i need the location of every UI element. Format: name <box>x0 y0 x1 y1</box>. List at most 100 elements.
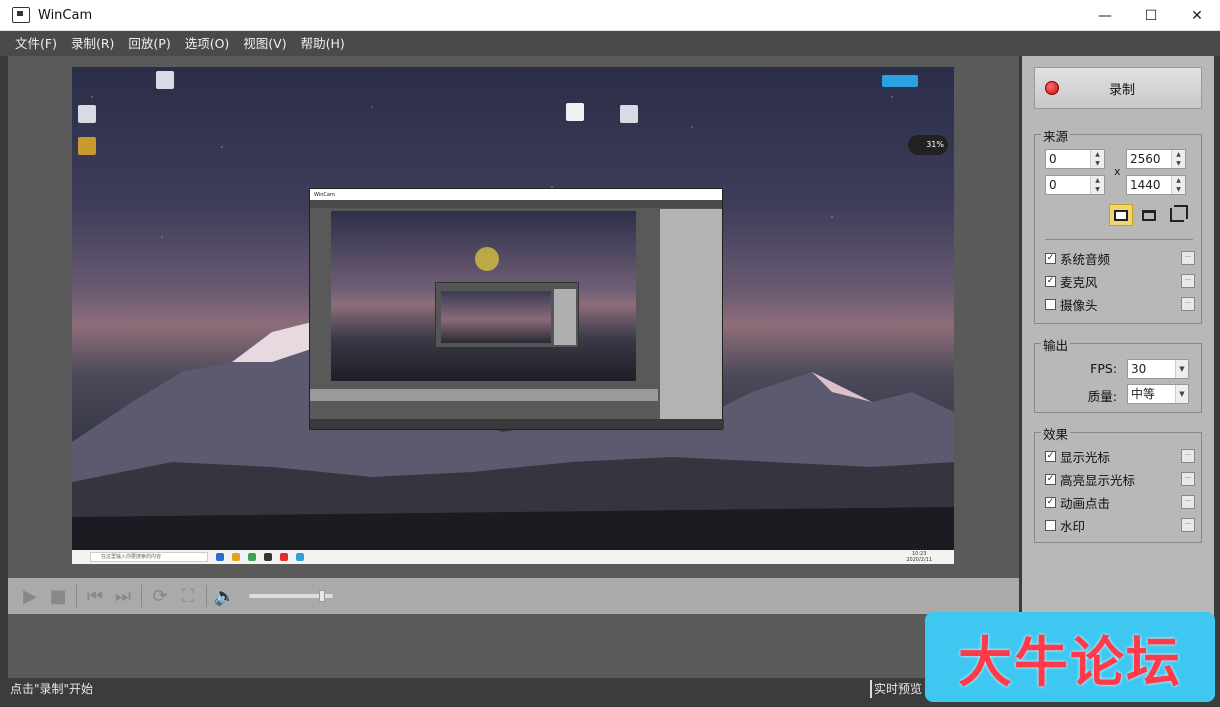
divider <box>1045 239 1193 240</box>
fullscreen-icon[interactable]: ⛶ <box>174 582 202 610</box>
watermark-option[interactable]: 水印 ... <box>1045 516 1195 534</box>
window-title: WinCam <box>38 7 93 23</box>
record-button[interactable]: 录制 <box>1034 67 1202 109</box>
monitor-icon <box>1114 209 1128 221</box>
show-cursor-label: 显示光标 <box>1060 449 1111 465</box>
loop-icon[interactable]: ⟳ <box>146 582 174 610</box>
system-audio-checkbox[interactable]: ✓ <box>1045 252 1056 264</box>
quality-label: 质量: <box>1087 389 1117 404</box>
close-button[interactable]: ✕ <box>1174 0 1220 31</box>
spin-arrows-icon[interactable]: ▲ ▼ <box>1171 150 1185 168</box>
highlight-cursor-checkbox[interactable]: ✓ <box>1045 473 1056 485</box>
webcam-label: 摄像头 <box>1060 297 1098 313</box>
watermark-label: 水印 <box>1060 518 1086 534</box>
effects-group: 效果 ✓ 显示光标 ... ✓ 高亮显示光标 ... ✓ 动画点击 ... 水印… <box>1034 424 1202 543</box>
nested-inner-window <box>435 282 579 348</box>
show-cursor-option[interactable]: ✓ 显示光标 ... <box>1045 447 1195 465</box>
highlighted-cursor <box>475 247 499 271</box>
menu-record[interactable]: 录制(R) <box>64 31 121 56</box>
menu-playback[interactable]: 回放(P) <box>121 31 177 56</box>
watermark-settings-button[interactable]: ... <box>1181 518 1195 532</box>
system-audio-option[interactable]: ✓ 系统音频 ... <box>1045 249 1195 267</box>
taskbar-search[interactable]: 在这里输入你要搜索的内容 <box>90 552 208 562</box>
nested-preview <box>331 211 636 381</box>
chrome-icon[interactable] <box>248 553 256 561</box>
webcam-option[interactable]: 摄像头 ... <box>1045 295 1195 313</box>
maximize-button[interactable]: ☐ <box>1128 0 1174 31</box>
fullscreen-source-button[interactable] <box>1109 204 1133 226</box>
terminal-icon[interactable] <box>264 553 272 561</box>
highlight-cursor-settings-button[interactable]: ... <box>1181 472 1195 486</box>
app-icon[interactable] <box>280 553 288 561</box>
recycle-bin-icon[interactable] <box>156 71 174 89</box>
animate-click-label: 动画点击 <box>1060 495 1111 511</box>
cloud-icon[interactable] <box>296 553 304 561</box>
fps-select[interactable]: 30 ▼ <box>1127 359 1189 379</box>
window-source-button[interactable] <box>1137 204 1161 226</box>
separator <box>206 585 207 607</box>
highlight-cursor-label: 高亮显示光标 <box>1060 472 1136 488</box>
desktop-shortcut-icon[interactable] <box>78 105 96 123</box>
desktop-folder-icon[interactable] <box>78 137 96 155</box>
windows-taskbar: 在这里输入你要搜索的内容 10:23 2020/2/11 <box>72 550 954 564</box>
highlight-cursor-option[interactable]: ✓ 高亮显示光标 ... <box>1045 470 1195 488</box>
separator <box>141 585 142 607</box>
effects-title: 效果 <box>1041 424 1071 443</box>
window-icon <box>1142 209 1156 221</box>
nested-inner-preview <box>441 291 551 343</box>
source-width-input[interactable]: 2560 ▲ ▼ <box>1126 149 1186 169</box>
quality-select[interactable]: 中等 ▼ <box>1127 384 1189 404</box>
record-icon <box>1045 81 1059 95</box>
microphone-settings-button[interactable]: ... <box>1181 274 1195 288</box>
microphone-checkbox[interactable]: ✓ <box>1045 275 1056 287</box>
live-preview-screen: 31% WinCam 在这里输入你要搜索的内容 10:23 2020/2/11 <box>72 67 954 564</box>
spin-arrows-icon[interactable]: ▲ ▼ <box>1171 176 1185 194</box>
microphone-option[interactable]: ✓ 麦克风 ... <box>1045 272 1195 290</box>
weather-widget <box>882 75 918 87</box>
desktop-app-icon[interactable] <box>566 103 584 121</box>
menu-help[interactable]: 帮助(H) <box>294 31 352 56</box>
explorer-icon[interactable] <box>232 553 240 561</box>
dropdown-icon[interactable]: ▼ <box>1175 360 1188 378</box>
minimize-button[interactable]: — <box>1082 0 1128 31</box>
stop-icon[interactable]: ■ <box>44 582 72 610</box>
status-message: 点击"录制"开始 <box>10 682 94 696</box>
source-title: 来源 <box>1041 126 1071 145</box>
volume-icon[interactable]: 🔈 <box>211 582 239 610</box>
show-cursor-settings-button[interactable]: ... <box>1181 449 1195 463</box>
nested-side-panel <box>660 209 722 421</box>
source-x-input[interactable]: 0 ▲ ▼ <box>1045 149 1105 169</box>
desktop-file-icon[interactable] <box>620 105 638 123</box>
spin-arrows-icon[interactable]: ▲ ▼ <box>1090 150 1104 168</box>
show-cursor-checkbox[interactable]: ✓ <box>1045 450 1056 462</box>
microphone-label: 麦克风 <box>1060 274 1098 290</box>
source-y-input[interactable]: 0 ▲ ▼ <box>1045 175 1105 195</box>
webcam-checkbox[interactable] <box>1045 298 1056 310</box>
dropdown-icon[interactable]: ▼ <box>1175 385 1188 403</box>
animate-click-option[interactable]: ✓ 动画点击 ... <box>1045 493 1195 511</box>
system-audio-settings-button[interactable]: ... <box>1181 251 1195 265</box>
watermark-text: 大牛论坛 <box>958 630 1182 694</box>
volume-slider[interactable] <box>249 590 333 602</box>
system-audio-label: 系统音频 <box>1060 251 1111 267</box>
menu-view[interactable]: 视图(V) <box>236 31 293 56</box>
dimension-separator: x <box>1114 165 1121 178</box>
region-source-button[interactable] <box>1165 204 1189 226</box>
volume-slider-handle[interactable] <box>319 590 326 602</box>
webcam-settings-button[interactable]: ... <box>1181 297 1195 311</box>
spin-arrows-icon[interactable]: ▲ ▼ <box>1090 176 1104 194</box>
nested-menu-bar <box>310 200 722 208</box>
animate-click-checkbox[interactable]: ✓ <box>1045 496 1056 508</box>
app-camera-icon <box>12 7 30 23</box>
skip-forward-icon[interactable]: ⏭ <box>109 582 137 610</box>
skip-back-icon[interactable]: ⏮ <box>81 582 109 610</box>
menu-file[interactable]: 文件(F) <box>8 31 64 56</box>
performance-badge: 31% <box>908 135 948 155</box>
source-height-input[interactable]: 1440 ▲ ▼ <box>1126 175 1186 195</box>
nested-window-title: WinCam <box>310 189 722 200</box>
play-icon[interactable]: ▶ <box>16 582 44 610</box>
watermark-checkbox[interactable] <box>1045 519 1056 531</box>
edge-icon[interactable] <box>216 553 224 561</box>
menu-options[interactable]: 选项(O) <box>178 31 237 56</box>
animate-click-settings-button[interactable]: ... <box>1181 495 1195 509</box>
